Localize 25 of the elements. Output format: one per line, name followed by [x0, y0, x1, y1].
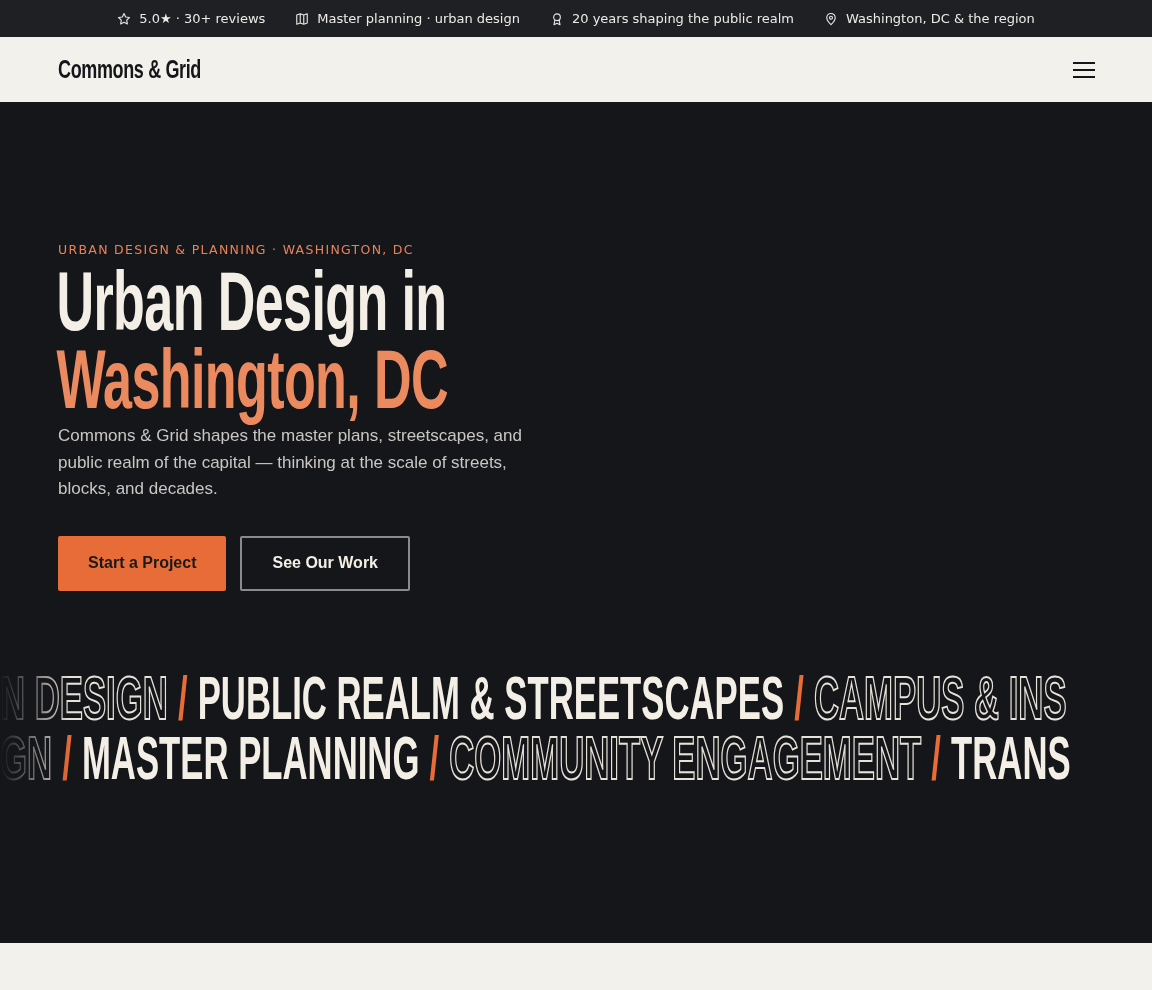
- marquee-text: PUBLIC REALM & STREETSCAPES: [197, 668, 785, 727]
- start-project-button[interactable]: Start a Project: [58, 535, 227, 591]
- marquee-outline-text: GN: [0, 728, 53, 787]
- marquee-outline-text: COMMUNITY ENGAGEMENT: [449, 728, 922, 787]
- top-bar-text: 20 years shaping the public realm: [571, 11, 794, 26]
- marquee-text: TRANS: [951, 728, 1071, 787]
- see-work-button[interactable]: See Our Work: [240, 535, 410, 591]
- slash-separator: /: [429, 728, 440, 787]
- slash-separator: /: [62, 728, 72, 787]
- star-icon: [117, 11, 132, 26]
- top-bar-text: Washington, DC & the region: [846, 11, 1035, 26]
- menu-icon: [1072, 60, 1096, 79]
- marquee-text: MASTER PLANNING: [81, 728, 420, 787]
- location-pin-icon: [824, 11, 838, 26]
- hero-description: Commons & Grid shapes the master plans, streetscapes, and public realm of the capital — thinking at the scale of streets, blocks, and decades.: [58, 425, 523, 500]
- marquee-outline-text: N DESIGN: [0, 668, 168, 727]
- slash-separator: /: [794, 668, 804, 727]
- top-bar-text: 5.0★ · 30+ reviews: [139, 11, 266, 26]
- slash-separator: /: [177, 668, 188, 727]
- eyebrow-text: URBAN DESIGN & PLANNING · WASHINGTON, DC: [58, 242, 415, 257]
- top-bar-text: Master planning · urban design: [317, 11, 520, 26]
- marquee-outline-text: CAMPUS & INS: [813, 668, 1067, 727]
- logo[interactable]: Commons & Grid: [58, 55, 201, 84]
- map-icon: [295, 11, 310, 26]
- slash-separator: /: [931, 728, 941, 787]
